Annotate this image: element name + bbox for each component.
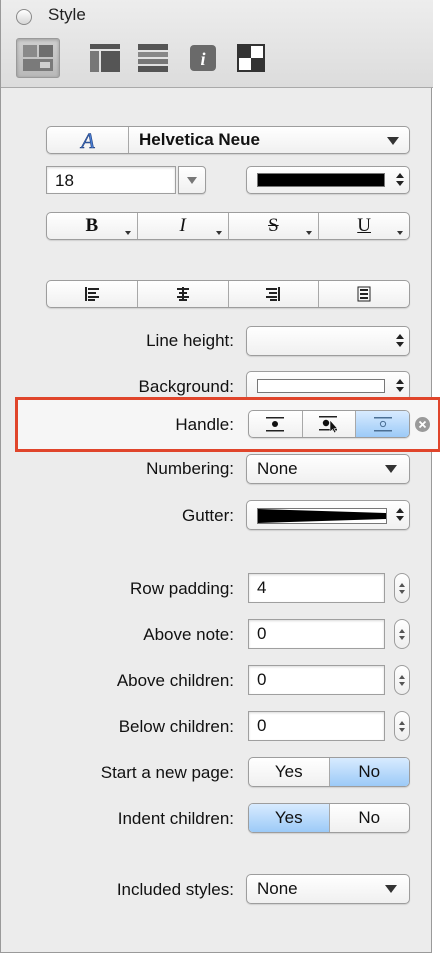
close-icon — [418, 420, 427, 429]
menu-indicator-icon — [124, 231, 131, 235]
align-left-icon — [84, 287, 99, 301]
tab-rows[interactable] — [131, 38, 175, 78]
handle-label: Handle: — [175, 415, 234, 434]
above-children-field[interactable]: 0 — [248, 665, 385, 695]
panel-toggle-button[interactable] — [16, 9, 32, 25]
color-swatch — [257, 173, 385, 187]
info-icon: i — [190, 45, 216, 71]
style-panel: Style i A Helvetica Neue 18 B I S U Line… — [0, 0, 440, 953]
below-children-field[interactable]: 0 — [248, 711, 385, 741]
squares-icon — [237, 44, 265, 72]
italic-button[interactable]: I — [138, 213, 229, 239]
indent-children-label: Indent children: — [117, 809, 234, 828]
align-center-icon — [176, 287, 189, 301]
above-children-stepper[interactable] — [394, 665, 410, 695]
numbering-popup[interactable]: None — [246, 454, 410, 484]
align-justify-button[interactable] — [319, 281, 409, 307]
svg-text:i: i — [200, 49, 205, 69]
handle-pointer-icon — [319, 416, 339, 433]
menu-indicator-icon — [306, 231, 313, 235]
tab-style[interactable] — [16, 38, 60, 78]
indent-children-no-button[interactable]: No — [330, 804, 410, 832]
indent-children-yes-button[interactable]: Yes — [249, 804, 330, 832]
columns-icon — [90, 44, 120, 72]
title-bar: Style i — [1, 0, 433, 88]
font-name-popup[interactable]: Helvetica Neue — [129, 127, 409, 153]
indent-children-toggle: Yes No — [248, 803, 410, 833]
handle-hidden-icon — [373, 417, 392, 432]
start-new-page-toggle: Yes No — [248, 757, 410, 787]
menu-indicator-icon — [397, 231, 403, 235]
row-padding-field[interactable]: 4 — [248, 573, 385, 603]
strikethrough-button[interactable]: S — [229, 213, 320, 239]
menu-indicator-icon — [215, 231, 222, 235]
line-height-label: Line height: — [146, 331, 234, 350]
align-right-button[interactable] — [229, 281, 320, 307]
align-justify-icon — [357, 286, 371, 302]
align-left-button[interactable] — [47, 281, 138, 307]
align-center-button[interactable] — [138, 281, 229, 307]
alignment-buttons — [46, 280, 410, 308]
start-new-page-label: Start a new page: — [100, 763, 234, 782]
above-note-field[interactable]: 0 — [248, 619, 385, 649]
tab-info[interactable]: i — [181, 38, 225, 78]
handle-option-pointer[interactable] — [303, 411, 357, 437]
line-height-popup[interactable] — [246, 326, 410, 356]
handle-segmented-control — [248, 410, 410, 438]
handle-dot-icon — [266, 417, 285, 432]
chevron-down-icon — [387, 137, 399, 145]
rows-icon — [138, 44, 168, 72]
gutter-label: Gutter: — [182, 506, 234, 525]
handle-option-hidden[interactable] — [356, 411, 409, 437]
panel-title: Style — [48, 5, 86, 24]
below-children-label: Below children: — [118, 717, 234, 736]
font-glyph-icon: A — [78, 129, 95, 151]
row-padding-stepper[interactable] — [394, 573, 410, 603]
start-new-page-yes-button[interactable]: Yes — [249, 758, 330, 786]
font-size-dropdown-button[interactable] — [178, 166, 206, 194]
style-grid-icon — [23, 45, 53, 71]
above-note-label: Above note: — [143, 625, 234, 644]
above-children-label: Above children: — [116, 671, 234, 690]
color-swatch — [257, 379, 385, 393]
text-style-buttons: B I S U — [46, 212, 410, 240]
included-styles-value: None — [257, 879, 298, 898]
chevron-down-icon — [385, 885, 397, 893]
bold-button[interactable]: B — [47, 213, 138, 239]
font-color-well[interactable] — [246, 166, 410, 194]
font-selector[interactable]: A Helvetica Neue — [46, 126, 410, 154]
row-padding-label: Row padding: — [130, 579, 234, 598]
clear-button[interactable] — [415, 417, 430, 432]
gutter-style-well[interactable] — [246, 500, 410, 530]
font-preview-button[interactable]: A — [47, 127, 129, 153]
included-styles-popup[interactable]: None — [246, 874, 410, 904]
start-new-page-no-button[interactable]: No — [329, 758, 409, 786]
svg-text:A: A — [79, 129, 95, 151]
chevron-down-icon — [385, 465, 397, 473]
font-size-field[interactable]: 18 — [46, 166, 176, 194]
stepper-icon — [396, 173, 404, 186]
stepper-icon — [396, 508, 404, 521]
tab-squares[interactable] — [229, 38, 273, 78]
font-name: Helvetica Neue — [139, 130, 260, 149]
underline-button[interactable]: U — [319, 213, 409, 239]
gutter-wedge-icon — [257, 508, 387, 524]
background-label: Background: — [138, 377, 234, 396]
numbering-value: None — [257, 459, 298, 478]
stepper-icon — [396, 379, 404, 392]
numbering-label: Numbering: — [146, 459, 234, 478]
handle-option-dot[interactable] — [249, 411, 303, 437]
included-styles-label: Included styles: — [116, 880, 234, 899]
chevron-down-icon — [187, 176, 197, 184]
stepper-icon — [396, 334, 404, 347]
tab-columns[interactable] — [83, 38, 127, 78]
below-children-stepper[interactable] — [394, 711, 410, 741]
above-note-stepper[interactable] — [394, 619, 410, 649]
align-right-icon — [266, 287, 281, 301]
